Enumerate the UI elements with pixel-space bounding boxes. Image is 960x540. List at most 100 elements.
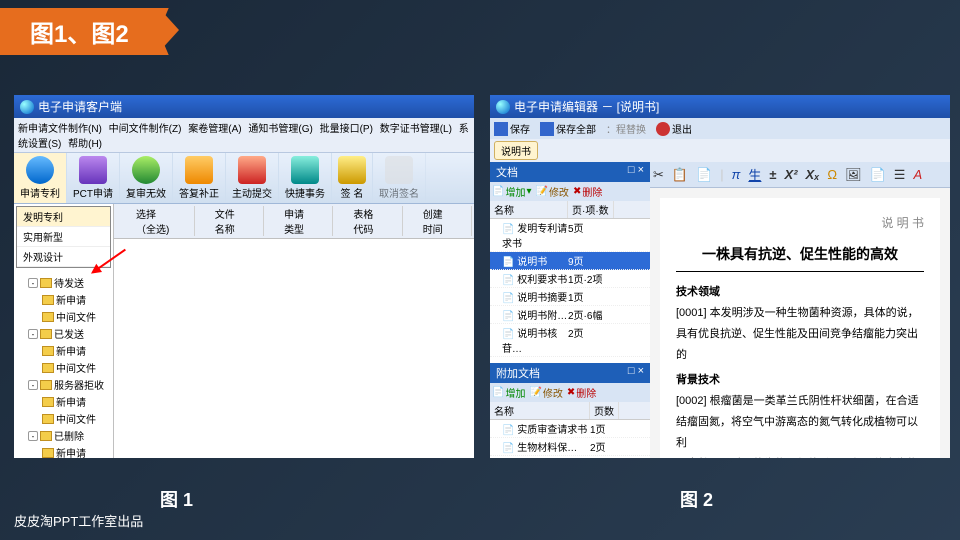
tree-node[interactable]: 新申请 (16, 393, 111, 410)
tree-node[interactable]: 中间文件 (16, 410, 111, 427)
menu-item[interactable]: 通知书管理(G) (248, 124, 312, 135)
menu-bar[interactable]: 新申请文件制作(N) 中间文件制作(Z) 案卷管理(A) 通知书管理(G) 批量… (14, 118, 474, 153)
cut-icon[interactable]: ✂ (653, 167, 664, 183)
omega-icon[interactable]: Ω (827, 167, 837, 182)
tree-node[interactable]: 中间文件 (16, 308, 111, 325)
grid-row[interactable]: 📄 发明专利请求书5页 (490, 219, 650, 252)
column-header[interactable]: 选择（全选) (116, 206, 195, 236)
globe-icon (26, 156, 54, 184)
menu-item[interactable]: 中间文件制作(Z) (109, 124, 182, 135)
editor-area: ✂ 📋 📄 | π 生 ± X² Xₓ Ω 🖼 📄 ☰ A 说 明 书 一株具有… (650, 162, 950, 458)
patent-type-dropdown[interactable]: 发明专利 实用新型 外观设计 (16, 206, 111, 268)
grid-row[interactable]: 📄 说明书摘要1页 (490, 288, 650, 306)
font-icon[interactable]: A (913, 167, 922, 182)
column-header[interactable]: 表格代码 (333, 206, 402, 236)
grid-row[interactable]: 📄 实质审查请求书1页 (490, 420, 650, 438)
plusminus-icon[interactable]: ± (769, 167, 776, 182)
column-header[interactable]: 创建时间 (403, 206, 472, 236)
image-icon[interactable]: 🖼 (845, 167, 862, 183)
column-headers: 选择（全选) 文件名称 申请类型 表格代码 创建时间 (114, 204, 474, 239)
menu-item[interactable]: 帮助(H) (68, 139, 102, 150)
grid-row[interactable]: 📄 权利要求书1页·2项 (490, 270, 650, 288)
menu-item[interactable]: 数字证书管理(L) (380, 124, 452, 135)
menu-item[interactable]: 新申请文件制作(N) (18, 124, 102, 135)
list-icon[interactable]: ☰ (894, 167, 906, 183)
tree-node[interactable]: -已发送 (16, 325, 111, 342)
grid-row[interactable]: 📄 说明书附…2页·6幅 (490, 306, 650, 324)
tree-node[interactable]: 新申请 (16, 291, 111, 308)
window-title: 电子申请客户端 (38, 98, 122, 115)
figure-1-caption: 图 1 (160, 486, 193, 512)
documents-toolbar: 📄增加▾ 📝修改 ✖删除 (490, 182, 650, 201)
tree-node[interactable]: 新申请 (16, 342, 111, 359)
paragraph: 结瘤固氮，将空气中游离态的氮气转化成植物可以利 (676, 412, 924, 454)
tree-node[interactable]: -已删除 (16, 427, 111, 444)
window-titlebar: 电子申请客户端 (14, 95, 474, 118)
toolbar-review-button[interactable]: 复审无效 (120, 153, 173, 203)
subscript-icon[interactable]: Xₓ (806, 167, 820, 182)
add-button[interactable]: 📄增加 (492, 385, 525, 400)
main-toolbar: 申请专利 PCT申请 复审无效 答复补正 主动提交 快捷事务 签 名 取消签名 (14, 153, 474, 204)
section-heading: 技术领域 (676, 282, 924, 303)
modify-button[interactable]: 📝修改 (529, 385, 562, 400)
window-controls[interactable]: □ × (628, 164, 644, 180)
toolbar-apply-patent-button[interactable]: 申请专利 (14, 153, 67, 203)
save-button[interactable]: 保存 (494, 121, 530, 136)
delete-button[interactable]: ✖删除 (567, 385, 596, 400)
attachments-toolbar: 📄增加 📝修改 ✖删除 (490, 383, 650, 402)
reply-icon (185, 156, 213, 184)
toolbar-pct-button[interactable]: PCT申请 (67, 153, 120, 203)
grid-row[interactable]: 📄 说明书9页 (490, 252, 650, 270)
pi-icon[interactable]: π (732, 167, 741, 182)
add-button[interactable]: 📄增加▾ (492, 184, 531, 199)
navigation-tree[interactable]: 发明专利 实用新型 外观设计 -待发送新申请中间文件-已发送新申请中间文件-服务… (14, 204, 114, 458)
window-titlebar: 电子申请编辑器 － [说明书] (490, 95, 950, 118)
grid-row[interactable]: 📄 生物材料保…2页 (490, 438, 650, 456)
editor-body: 文档□ × 📄增加▾ 📝修改 ✖删除 名称页·项·数 📄 发明专利请求书5页📄 … (490, 162, 950, 458)
toolbar-reply-button[interactable]: 答复补正 (173, 153, 226, 203)
menu-item[interactable]: 案卷管理(A) (188, 124, 241, 135)
grid-row[interactable]: 📄 生物材料存… (490, 456, 650, 458)
tree-node[interactable]: 新申请 (16, 444, 111, 458)
window-controls[interactable]: □ × (628, 365, 644, 381)
attachments-grid[interactable]: 名称页数📄 实质审查请求书1页📄 生物材料保…2页📄 生物材料存…📄 寄存和或活… (490, 402, 650, 458)
doc-icon[interactable]: 📄 (870, 167, 886, 183)
editor-toolbar: ✂ 📋 📄 | π 生 ± X² Xₓ Ω 🖼 📄 ☰ A (650, 162, 950, 188)
sign-icon (338, 156, 366, 184)
slide-footer: 皮皮淘PPT工作室出品 (14, 511, 143, 530)
document-page: 说 明 书 一株具有抗逆、促生性能的高效 技术领域 [0001] 本发明涉及一种… (660, 198, 940, 458)
figure-2-caption: 图 2 (680, 486, 713, 512)
document-viewport[interactable]: 说 明 书 一株具有抗逆、促生性能的高效 技术领域 [0001] 本发明涉及一种… (650, 188, 950, 458)
document-tabs: 说明书 (490, 139, 950, 162)
documents-grid[interactable]: 名称页·项·数 📄 发明专利请求书5页📄 说明书9页📄 权利要求书1页·2项📄 … (490, 201, 650, 357)
paragraph: 是自然界最重要的生物固氮体系，固氮量约占生物固 (676, 454, 924, 458)
toolbar-submit-button[interactable]: 主动提交 (226, 153, 279, 203)
exit-button[interactable]: 退出 (656, 121, 692, 136)
toolbar-unsign-button[interactable]: 取消签名 (373, 153, 426, 203)
quick-icon (291, 156, 319, 184)
dropdown-option[interactable]: 发明专利 (17, 207, 110, 227)
paste-icon[interactable]: 📄 (696, 167, 712, 183)
modify-button[interactable]: 📝修改 (535, 184, 568, 199)
pct-icon (79, 156, 107, 184)
column-header[interactable]: 文件名称 (195, 206, 264, 236)
file-toolbar: 保存 保存全部 ：程替换 退出 (490, 118, 950, 139)
toolbar-sign-button[interactable]: 签 名 (332, 153, 373, 203)
grid-row[interactable]: 📄 说明书核苷…2页 (490, 324, 650, 357)
toolbar-quick-button[interactable]: 快捷事务 (279, 153, 332, 203)
tree-node[interactable]: -待发送 (16, 274, 111, 291)
paragraph: [0001] 本发明涉及一种生物菌种资源，具体的说， (676, 303, 924, 324)
column-header[interactable]: 申请类型 (264, 206, 333, 236)
menu-item[interactable]: 批量接口(P) (320, 124, 373, 135)
save-all-button[interactable]: 保存全部 (540, 121, 596, 136)
delete-button[interactable]: ✖删除 (573, 184, 602, 199)
dropdown-option[interactable]: 实用新型 (17, 227, 110, 247)
biology-icon[interactable]: 生 (748, 165, 761, 184)
replace-button[interactable]: ：程替换 (606, 121, 646, 136)
tree-node[interactable]: 中间文件 (16, 359, 111, 376)
tree-node[interactable]: -服务器拒收 (16, 376, 111, 393)
copy-icon[interactable]: 📋 (672, 167, 688, 183)
active-tab[interactable]: 说明书 (494, 141, 538, 160)
slide-title-banner: 图1、图2 (0, 8, 159, 55)
superscript-icon[interactable]: X² (785, 167, 798, 182)
